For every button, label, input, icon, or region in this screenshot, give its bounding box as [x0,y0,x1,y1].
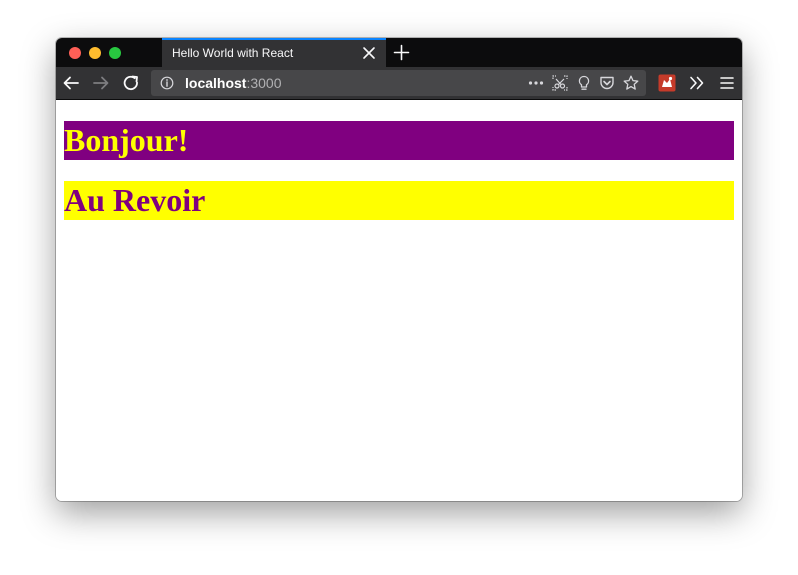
more-dots-icon[interactable] [528,75,544,91]
url-port: :3000 [246,75,282,91]
window-close-button[interactable] [69,47,81,59]
pocket-icon[interactable] [599,75,615,91]
back-arrow-icon[interactable] [62,74,80,92]
url-text[interactable]: localhost:3000 [185,75,282,91]
tab-title: Hello World with React [172,46,294,60]
window-maximize-button[interactable] [109,47,121,59]
hamburger-menu-icon[interactable] [718,74,736,92]
url-host: localhost [185,75,247,91]
reload-icon[interactable] [122,74,140,92]
address-bar[interactable]: localhost:3000 [151,70,646,96]
page-content: Bonjour! Au Revoir [56,100,742,501]
lightbulb-icon[interactable] [576,75,592,91]
navigation-toolbar: localhost:3000 [56,67,742,100]
screenshot-icon[interactable] [552,75,568,91]
au-revoir-heading: Au Revoir [64,181,734,220]
active-tab-indicator [162,38,386,40]
forward-arrow-icon[interactable] [92,74,110,92]
overflow-chevron-icon[interactable] [688,74,706,92]
bonjour-heading: Bonjour! [64,121,734,160]
window-minimize-button[interactable] [89,47,101,59]
extension-icon[interactable] [658,74,676,92]
plus-icon[interactable] [393,44,410,61]
tab-bar: Hello World with React [56,38,742,67]
tab-hello-world[interactable]: Hello World with React [162,38,386,67]
info-icon[interactable] [160,76,174,90]
star-icon[interactable] [623,75,639,91]
close-icon[interactable] [362,46,376,60]
browser-window: Hello World with React localhost:3000 Bo… [56,38,742,501]
